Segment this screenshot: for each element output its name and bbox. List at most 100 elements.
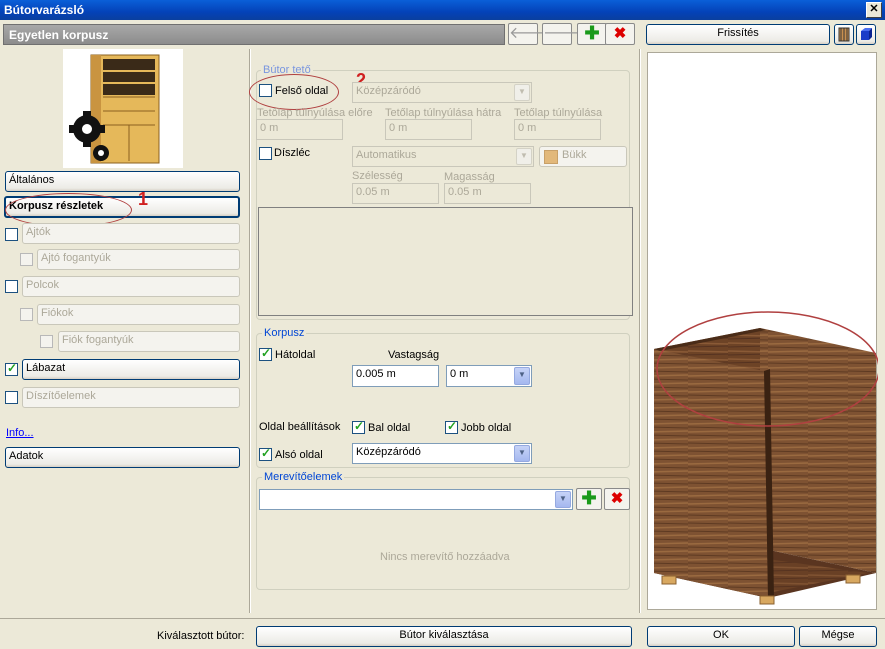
- check-icon: ✓: [261, 346, 272, 360]
- top-list-box[interactable]: [258, 207, 633, 316]
- left-side-label: Bal oldal: [368, 422, 411, 434]
- overhang-front-label: Tetőlap túlnyúlása előre: [257, 107, 373, 119]
- door-handles-checkbox[interactable]: [20, 253, 33, 266]
- overhang-front-field[interactable]: 0 m: [256, 119, 343, 140]
- 3d-view-button[interactable]: [856, 24, 876, 45]
- refresh-button-label: Frissítés: [717, 27, 759, 39]
- height-label: Magasság: [444, 171, 495, 183]
- molding-combo-value: Automatikus: [356, 149, 417, 161]
- furniture-thumbnail: [63, 49, 183, 168]
- cancel-button-label: Mégse: [821, 629, 855, 641]
- preview-viewport[interactable]: [647, 52, 880, 610]
- delete-icon: ✖: [610, 490, 624, 507]
- height-field[interactable]: 0.05 m: [444, 183, 531, 204]
- sidebar-item-label: Lábazat: [26, 362, 66, 374]
- sidebar-item-label: Általános: [9, 174, 55, 186]
- refresh-button[interactable]: Frissítés: [646, 24, 830, 45]
- sidebar-item-door-handles[interactable]: Ajtó fogantyúk: [37, 249, 240, 270]
- select-furniture-button[interactable]: Bútor kiválasztása: [256, 626, 632, 647]
- data-button-label: Adatok: [9, 450, 44, 462]
- ok-button[interactable]: OK: [647, 626, 795, 647]
- bottom-side-checkbox[interactable]: ✓: [259, 446, 272, 461]
- left-side-checkbox[interactable]: ✓: [352, 419, 365, 434]
- bracing-group-legend: Merevítőelemek: [262, 471, 345, 483]
- thickness-field[interactable]: 0.005 m: [352, 365, 439, 387]
- window-title: Bútorvarázsló: [4, 3, 85, 17]
- back-offset-combo[interactable]: 0 m ▼: [446, 365, 532, 387]
- sidebar-item-label: Ajtók: [26, 226, 51, 238]
- panel-splitter[interactable]: [249, 49, 251, 613]
- bottom-side-label: Alsó oldal: [275, 449, 323, 461]
- check-icon: ✓: [7, 361, 18, 375]
- check-icon: ✓: [354, 419, 365, 433]
- plinth-checkbox[interactable]: ✓: [5, 361, 18, 376]
- cabinet-3d-preview: [654, 311, 880, 605]
- page-header: Egyetlen korpusz: [3, 24, 505, 45]
- forward-button[interactable]: 🡒: [542, 23, 586, 45]
- check-icon: ✓: [447, 419, 458, 433]
- cabinet-gear-icon: [69, 54, 160, 164]
- overhang-side-field[interactable]: 0 m: [514, 119, 601, 140]
- delete-bracing-button[interactable]: ✖: [604, 488, 630, 510]
- doors-checkbox[interactable]: [5, 228, 18, 241]
- cube-icon: [861, 28, 872, 40]
- ok-button-label: OK: [713, 629, 729, 641]
- sidebar-item-doors[interactable]: Ajtók: [22, 223, 240, 244]
- info-link[interactable]: Info...: [6, 427, 34, 439]
- wood-swatch-icon: [544, 150, 558, 164]
- sidebar-item-label: Fiókok: [41, 307, 74, 319]
- check-icon: ✓: [261, 446, 272, 460]
- back-side-checkbox[interactable]: ✓: [259, 346, 272, 361]
- bracing-combo[interactable]: ▼: [259, 489, 573, 510]
- drawer-handles-checkbox[interactable]: [40, 335, 53, 348]
- data-button[interactable]: Adatok: [5, 447, 240, 468]
- sidebar-item-plinth[interactable]: Lábazat: [22, 359, 240, 380]
- width-field[interactable]: 0.05 m: [352, 183, 439, 204]
- footer-divider: [0, 618, 885, 619]
- shelves-checkbox[interactable]: [5, 280, 18, 293]
- add-bracing-button[interactable]: ✚: [576, 488, 602, 510]
- molding-combo[interactable]: Automatikus ▼: [352, 146, 534, 167]
- chevron-down-icon: ▼: [555, 491, 571, 508]
- sidebar-item-shelves[interactable]: Polcok: [22, 276, 240, 297]
- texture-view-button[interactable]: [834, 24, 854, 45]
- annotation-ellipse-2: [249, 74, 339, 110]
- thickness-label: Vastagság: [388, 349, 440, 361]
- overhang-back-field[interactable]: 0 m: [385, 119, 472, 140]
- delete-button[interactable]: ✖: [605, 23, 635, 45]
- close-window-button[interactable]: ✕: [866, 2, 882, 18]
- select-furniture-label: Bútor kiválasztása: [399, 629, 489, 641]
- sidebar-item-decorations[interactable]: Díszítőelemek: [22, 387, 240, 408]
- cancel-button[interactable]: Mégse: [799, 626, 877, 647]
- sidebar-item-drawer-handles[interactable]: Fiók fogantyúk: [58, 331, 240, 352]
- page-title: Egyetlen korpusz: [9, 28, 109, 42]
- width-label: Szélesség: [352, 170, 403, 182]
- sidebar-item-label: Díszítőelemek: [26, 390, 96, 402]
- sidebar-item-label: Fiók fogantyúk: [62, 334, 134, 346]
- bottom-type-combo[interactable]: Középzáródó ▼: [352, 443, 532, 464]
- decorations-checkbox[interactable]: [5, 391, 18, 404]
- add-button[interactable]: ✚: [577, 23, 607, 45]
- chevron-down-icon: ▼: [514, 367, 530, 385]
- back-side-label: Hátoldal: [275, 349, 316, 361]
- right-side-checkbox[interactable]: ✓: [445, 419, 458, 434]
- material-button[interactable]: Bükk: [539, 146, 627, 167]
- back-button[interactable]: 🡐: [508, 23, 552, 45]
- top-type-combo[interactable]: Középzáródó ▼: [352, 82, 532, 103]
- overhang-side-label: Tetőlap túlnyúlása: [514, 107, 603, 119]
- top-type-combo-value: Középzáródó: [356, 85, 421, 97]
- molding-label: Díszléc: [274, 147, 311, 159]
- sidebar-item-general[interactable]: Általános: [5, 171, 240, 192]
- plus-icon: ✚: [581, 488, 597, 508]
- sidebar-item-drawers[interactable]: Fiókok: [37, 304, 240, 325]
- chevron-down-icon: ▼: [514, 445, 530, 462]
- chevron-down-icon: ▼: [514, 84, 530, 101]
- molding-checkbox[interactable]: [259, 147, 272, 160]
- annotation-number-1: 1: [138, 189, 149, 209]
- sidebar-item-label: Polcok: [26, 279, 60, 291]
- bottom-type-combo-value: Középzáródó: [356, 446, 421, 458]
- preview-splitter[interactable]: [639, 49, 641, 613]
- delete-icon: ✖: [613, 25, 627, 42]
- drawers-checkbox[interactable]: [20, 308, 33, 321]
- bracing-empty-text: Nincs merevítő hozzáadva: [380, 551, 510, 563]
